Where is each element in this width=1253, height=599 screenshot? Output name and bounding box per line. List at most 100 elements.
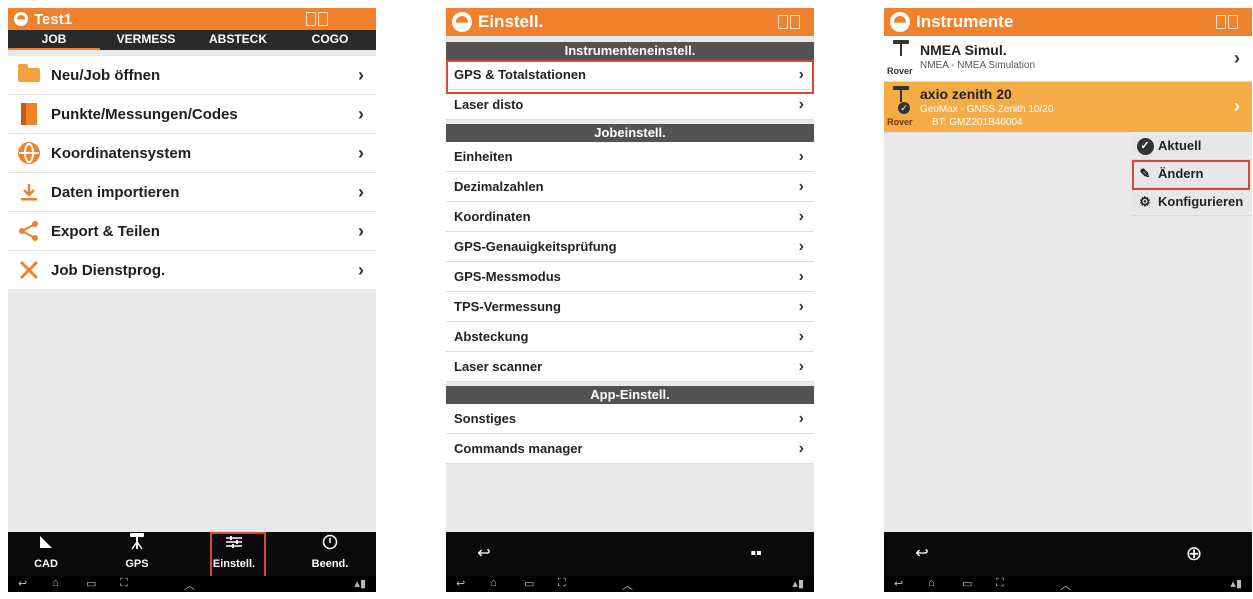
home-icon[interactable]: ⌂	[928, 577, 935, 589]
book-icon	[21, 103, 37, 125]
signal-icon: ▴▮	[792, 578, 804, 590]
menu-item-label: Aktuell	[1158, 138, 1202, 153]
menu-item-current[interactable]: ✓ Aktuell	[1132, 132, 1252, 160]
add-instrument-button[interactable]: ⊕	[1164, 532, 1224, 576]
row-label: Laser disto	[454, 97, 524, 112]
check-circle-icon: ✓	[1136, 137, 1154, 155]
row-label: Sonstiges	[454, 411, 517, 426]
cad-icon	[40, 536, 52, 548]
menu-item-label: Neu/Job öffnen	[51, 66, 161, 84]
screenshot-icon[interactable]: ⛶	[558, 577, 566, 590]
instrument-row-axio-zenith[interactable]: ✓ axio zenith 20 GeoMax - GNSS Zenith 10…	[884, 82, 1252, 133]
row-label: TPS-Vermessung	[454, 299, 561, 314]
chevron-right-icon: ›	[798, 177, 804, 195]
settings-row[interactable]: Absteckung ›	[446, 322, 814, 352]
settings-row[interactable]: Dezimalzahlen ›	[446, 172, 814, 202]
gear-icon: ⚙	[1139, 193, 1151, 209]
gps-button[interactable]: GPS	[107, 532, 167, 576]
settings-row[interactable]: Koordinaten ›	[446, 202, 814, 232]
chevron-right-icon: ›	[798, 439, 804, 457]
chevron-up-icon[interactable]: ︿	[184, 577, 195, 592]
system-nav-bar: ↩ ⌂ ▭ ⛶ ︿ ▴▮	[884, 576, 1252, 592]
settings-title: Einstell.	[478, 12, 544, 31]
row-label: GPS-Messmodus	[454, 269, 561, 284]
chevron-right-icon: ›	[798, 237, 804, 255]
gps-icon	[130, 533, 144, 550]
menu-item-import[interactable]: Daten importieren ›	[8, 173, 376, 212]
gps-receiver-icon	[893, 40, 909, 56]
gps-receiver-icon	[893, 86, 909, 102]
bottom-toolbar: CAD GPS Einstell. Beend.	[8, 532, 376, 576]
signal-icon: ▴▮	[354, 578, 366, 590]
highlight-box	[446, 60, 814, 94]
chevron-right-icon: ›	[358, 103, 364, 124]
row-label: Commands manager	[454, 441, 583, 456]
tools-icon	[19, 260, 39, 280]
book-icon[interactable]	[1216, 15, 1238, 29]
tab-cogo[interactable]: COGO	[284, 30, 376, 50]
back-icon[interactable]: ↩	[894, 577, 903, 590]
book-icon[interactable]	[778, 15, 800, 29]
settings-row[interactable]: Laser scanner ›	[446, 352, 814, 382]
exit-label: Beend.	[311, 558, 349, 570]
recent-apps-icon[interactable]: ▭	[962, 577, 972, 590]
back-button[interactable]: ↩	[454, 532, 514, 576]
plus-circle-icon: ⊕	[1185, 543, 1203, 565]
cad-label: CAD	[34, 558, 58, 570]
highlight-box	[1132, 160, 1250, 190]
section-header: App-Einstell.	[446, 386, 814, 404]
back-icon[interactable]: ↩	[456, 577, 465, 590]
settings-row[interactable]: GPS-Messmodus ›	[446, 262, 814, 292]
menu-item-coordinate-system[interactable]: Koordinatensystem ›	[8, 134, 376, 173]
menu-item-configure[interactable]: ⚙ Konfigurieren	[1132, 188, 1252, 216]
menu-item-label: Export & Teilen	[51, 222, 160, 240]
settings-row[interactable]: TPS-Vermessung ›	[446, 292, 814, 322]
settings-row[interactable]: GPS-Genauigkeitsprüfung ›	[446, 232, 814, 262]
back-icon[interactable]: ↩	[18, 577, 27, 590]
menu-item-label: Konfigurieren	[1158, 194, 1244, 209]
instrument-row-nmea[interactable]: NMEA Simul. NMEA - NMEA Simulation Rover…	[884, 36, 1252, 82]
instrument-role: Rover	[887, 117, 913, 127]
tab-job[interactable]: JOB	[8, 30, 100, 50]
screenshot-icon[interactable]: ⛶	[996, 577, 1004, 590]
highlight-box	[210, 532, 266, 578]
chevron-right-icon: ›	[798, 147, 804, 165]
settings-row[interactable]: Einheiten ›	[446, 142, 814, 172]
chevron-right-icon: ›	[798, 207, 804, 225]
menu-item-new-job[interactable]: Neu/Job öffnen ›	[8, 56, 376, 95]
menu-item-label: Koordinatensystem	[51, 144, 192, 162]
share-icon	[19, 221, 38, 241]
menu-item-points[interactable]: Punkte/Messungen/Codes ›	[8, 95, 376, 134]
settings-row[interactable]: Sonstiges ›	[446, 404, 814, 434]
menu-item-export[interactable]: Export & Teilen ›	[8, 212, 376, 251]
chevron-right-icon: ›	[798, 267, 804, 285]
chevron-right-icon: ›	[358, 259, 364, 280]
menu-item-job-tools[interactable]: Job Dienstprog. ›	[8, 251, 376, 290]
grid-button[interactable]: ▪▪	[726, 532, 786, 576]
tab-absteck[interactable]: ABSTECK	[192, 30, 284, 50]
chevron-right-icon: ›	[798, 95, 804, 113]
book-icon[interactable]	[306, 12, 328, 26]
instrument-description: GeoMax - GNSS Zenith 10/20	[920, 104, 1054, 115]
app-logo-icon	[890, 12, 910, 32]
settings-row[interactable]: Commands manager ›	[446, 434, 814, 464]
back-button[interactable]: ↩	[892, 532, 952, 576]
cad-button[interactable]: CAD	[16, 532, 76, 576]
chevron-up-icon[interactable]: ︿	[1060, 577, 1071, 592]
exit-button[interactable]: Beend.	[300, 532, 360, 576]
settings-row-laser-disto[interactable]: Laser disto ›	[446, 90, 814, 120]
chevron-up-icon[interactable]: ︿	[622, 577, 633, 592]
power-icon	[322, 534, 338, 550]
screenshot-icon[interactable]: ⛶	[120, 577, 128, 590]
tab-vermess[interactable]: VERMESS	[100, 30, 192, 50]
home-icon[interactable]: ⌂	[52, 577, 59, 589]
chevron-right-icon: ›	[798, 409, 804, 427]
bottom-toolbar: ↩ ▪▪	[446, 532, 814, 576]
recent-apps-icon[interactable]: ▭	[86, 577, 96, 590]
row-label: GPS-Genauigkeitsprüfung	[454, 239, 617, 254]
grid-icon: ▪▪	[750, 545, 762, 562]
home-icon[interactable]: ⌂	[490, 577, 497, 589]
recent-apps-icon[interactable]: ▭	[524, 577, 534, 590]
app-logo-icon	[14, 12, 28, 26]
phone-job-screen: Test1 JOB VERMESS ABSTECK COGO Neu/Job ö…	[8, 8, 376, 592]
